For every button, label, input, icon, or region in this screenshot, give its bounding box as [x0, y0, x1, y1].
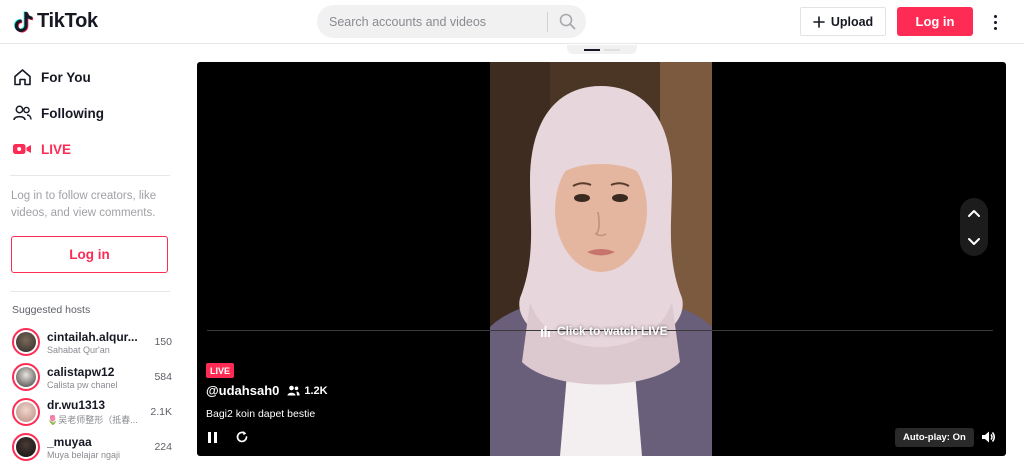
login-hint-text: Log in to follow creators, like videos, … [11, 190, 157, 219]
sidebar-login-button[interactable]: Log in [11, 236, 168, 273]
streamer-video-image [490, 62, 712, 456]
viewer-count: 584 [154, 371, 172, 383]
home-icon [12, 67, 32, 87]
sidebar: For You Following LIVE Log in to follow … [0, 45, 178, 464]
sidebar-item-label: For You [41, 69, 91, 85]
avatar [12, 363, 40, 391]
streamer-username[interactable]: @udahsah0 [206, 383, 279, 398]
live-badge: LIVE [206, 363, 235, 378]
viewers-icon [287, 385, 300, 396]
viewer-count: 2.1K [150, 406, 172, 418]
avatar [12, 398, 40, 426]
suggested-host-item[interactable]: calistapw12 Calista pw chanel 584 [12, 361, 172, 393]
avatar [12, 328, 40, 356]
live-bars-icon [541, 325, 550, 337]
brand-name: TikTok [37, 10, 98, 32]
volume-icon[interactable] [980, 429, 996, 445]
search-button[interactable] [548, 5, 586, 38]
upload-label: Upload [830, 14, 874, 29]
next-video-button[interactable] [964, 232, 984, 252]
host-subtitle: Calista pw chanel [47, 379, 118, 390]
sidebar-item-for-you[interactable]: For You [12, 67, 91, 87]
click-to-watch-live-button[interactable]: Click to watch LIVE [540, 324, 668, 338]
live-player[interactable]: Click to watch LIVE LIVE @udahsah0 1.2K … [197, 62, 1006, 456]
search-input[interactable] [317, 5, 547, 38]
header-login-button[interactable]: Log in [897, 7, 973, 36]
sidebar-divider [10, 291, 170, 292]
host-name: cintailah.alqur... [47, 329, 138, 344]
host-name: _muyaa [47, 434, 92, 449]
host-name: dr.wu1313 [47, 398, 106, 412]
feed-navigation [960, 198, 988, 256]
live-camera-icon [12, 139, 32, 159]
chevron-down-icon [968, 237, 980, 245]
viewer-count-badge: 1.2K [287, 384, 328, 397]
viewer-count: 224 [154, 441, 172, 453]
live-video-frame[interactable] [490, 62, 712, 456]
host-subtitle: Muya belajar ngaji [47, 449, 121, 460]
viewer-count: 150 [154, 336, 172, 348]
sidebar-divider [10, 175, 170, 176]
feed-pager [567, 45, 637, 54]
more-options-icon[interactable] [985, 10, 1005, 34]
stream-description: Bagi2 koin dapet bestie [206, 408, 316, 420]
upload-button[interactable]: Upload [800, 7, 886, 36]
search-bar [317, 5, 586, 38]
previous-video-button[interactable] [964, 203, 984, 223]
tiktok-note-icon [14, 10, 34, 33]
avatar [12, 433, 40, 461]
tiktok-logo[interactable]: TikTok [14, 10, 98, 33]
sidebar-item-label: Following [41, 105, 104, 121]
sidebar-item-live[interactable]: LIVE [12, 139, 71, 159]
users-icon [12, 103, 32, 123]
suggested-host-item[interactable]: dr.wu1313 🌷吴老师整形（抵春... 2.1K [12, 396, 172, 428]
sidebar-item-following[interactable]: Following [12, 103, 104, 123]
sidebar-item-label: LIVE [41, 141, 72, 157]
watch-live-label: Click to watch LIVE [557, 324, 668, 338]
plus-icon [813, 15, 825, 28]
top-navbar: TikTok Upload Log in [0, 0, 1024, 44]
host-subtitle: 🌷吴老师整形（抵春... [47, 415, 138, 425]
host-subtitle: Sahabat Qur'an [47, 344, 110, 355]
search-icon [559, 13, 575, 30]
refresh-icon[interactable] [235, 430, 249, 444]
suggested-host-item[interactable]: _muyaa Muya belajar ngaji 224 [12, 431, 172, 463]
viewer-count: 1.2K [304, 384, 328, 397]
suggested-host-item[interactable]: cintailah.alqur... Sahabat Qur'an 150 [12, 326, 172, 358]
suggested-hosts-title: Suggested hosts [12, 304, 91, 316]
stream-meta: @udahsah0 1.2K [206, 383, 328, 398]
chevron-up-icon [968, 209, 980, 217]
host-name: calistapw12 [47, 364, 115, 379]
pause-button[interactable] [208, 430, 224, 444]
autoplay-toggle[interactable]: Auto-play: On [895, 428, 974, 447]
